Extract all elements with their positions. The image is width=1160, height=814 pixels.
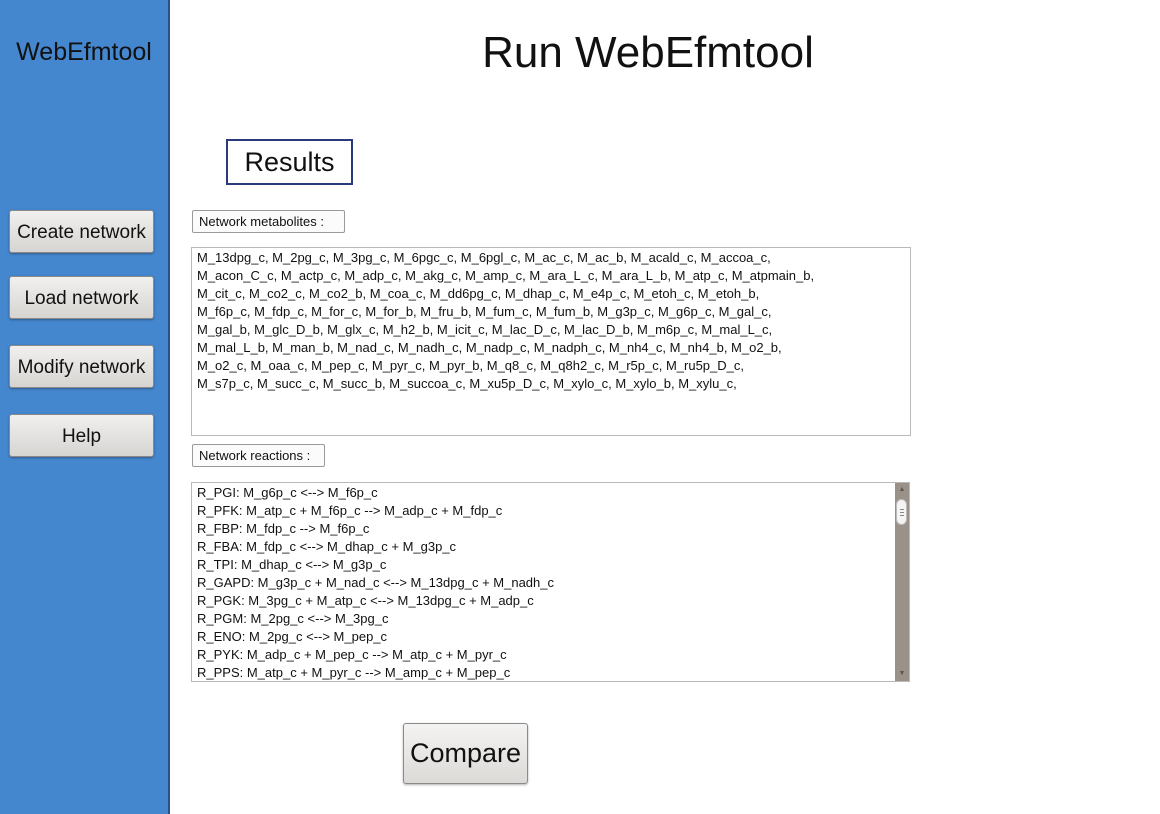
reactions-scrollbar[interactable]: ▲ ▼ bbox=[895, 483, 909, 681]
metabolites-line: M_s7p_c, M_succ_c, M_succ_b, M_succoa_c,… bbox=[197, 376, 737, 391]
reaction-line: R_TPI: M_dhap_c <--> M_g3p_c bbox=[197, 557, 387, 572]
help-button[interactable]: Help bbox=[9, 414, 154, 457]
reactions-textarea[interactable]: R_PGI: M_g6p_c <--> M_f6p_c R_PFK: M_atp… bbox=[191, 482, 910, 682]
app-title: WebEfmtool bbox=[16, 38, 152, 66]
page-title: Run WebEfmtool bbox=[482, 28, 814, 77]
load-network-button[interactable]: Load network bbox=[9, 276, 154, 319]
metabolites-line: M_gal_b, M_glc_D_b, M_glx_c, M_h2_b, M_i… bbox=[197, 322, 773, 337]
metabolites-line: M_acon_C_c, M_actp_c, M_adp_c, M_akg_c, … bbox=[197, 268, 815, 283]
scroll-down-arrow-icon[interactable]: ▼ bbox=[895, 669, 909, 679]
reaction-line: R_FBA: M_fdp_c <--> M_dhap_c + M_g3p_c bbox=[197, 539, 457, 554]
reaction-line: R_PGM: M_2pg_c <--> M_3pg_c bbox=[197, 611, 389, 626]
scroll-up-arrow-icon[interactable]: ▲ bbox=[895, 485, 909, 495]
reaction-line: R_PFK: M_atp_c + M_f6p_c --> M_adp_c + M… bbox=[197, 503, 503, 518]
reaction-line: R_PGK: M_3pg_c + M_atp_c <--> M_13dpg_c … bbox=[197, 593, 534, 608]
reaction-line: R_FBP: M_fdp_c --> M_f6p_c bbox=[197, 521, 370, 536]
metabolites-line: M_mal_L_b, M_man_b, M_nad_c, M_nadh_c, M… bbox=[197, 340, 782, 355]
compare-button[interactable]: Compare bbox=[403, 723, 528, 784]
reactions-label: Network reactions : bbox=[192, 444, 325, 467]
reaction-line: R_ENO: M_2pg_c <--> M_pep_c bbox=[197, 629, 388, 644]
reaction-line: R_PPS: M_atp_c + M_pyr_c --> M_amp_c + M… bbox=[197, 665, 511, 680]
metabolites-label: Network metabolites : bbox=[192, 210, 345, 233]
metabolites-line: M_cit_c, M_co2_c, M_co2_b, M_coa_c, M_dd… bbox=[197, 286, 760, 301]
metabolites-line: M_13dpg_c, M_2pg_c, M_3pg_c, M_6pgc_c, M… bbox=[197, 250, 771, 265]
modify-network-button[interactable]: Modify network bbox=[9, 345, 154, 388]
reaction-line: R_PGI: M_g6p_c <--> M_f6p_c bbox=[197, 485, 378, 500]
metabolites-line: M_f6p_c, M_fdp_c, M_for_c, M_for_b, M_fr… bbox=[197, 304, 772, 319]
metabolites-line: M_o2_c, M_oaa_c, M_pep_c, M_pyr_c, M_pyr… bbox=[197, 358, 744, 373]
sidebar: WebEfmtool Create network Load network M… bbox=[0, 0, 170, 814]
reaction-line: R_PYK: M_adp_c + M_pep_c --> M_atp_c + M… bbox=[197, 647, 507, 662]
metabolites-textarea[interactable]: M_13dpg_c, M_2pg_c, M_3pg_c, M_6pgc_c, M… bbox=[191, 247, 911, 436]
reaction-line: R_GAPD: M_g3p_c + M_nad_c <--> M_13dpg_c… bbox=[197, 575, 554, 590]
results-heading: Results bbox=[226, 139, 353, 185]
scroll-thumb[interactable] bbox=[896, 499, 907, 525]
create-network-button[interactable]: Create network bbox=[9, 210, 154, 253]
